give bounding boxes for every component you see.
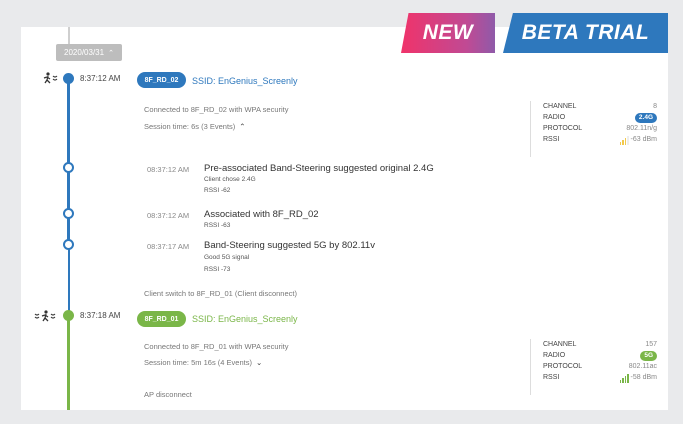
date-chip[interactable]: 2020/03/31 ⌃ [56, 44, 122, 61]
timeline-line-session-2 [67, 315, 70, 410]
event-1-detail-1: Client chose 2.4G [204, 176, 256, 183]
session-2-security: Connected to 8F_RD_01 with WPA security [144, 342, 289, 351]
event-2-detail-1: RSSI -63 [204, 222, 231, 229]
radio-badge: 5G [640, 350, 657, 361]
session-1-ssid: SSID: EnGenius_Screenly [192, 76, 298, 86]
radio-badge: 2.4G [634, 112, 657, 123]
session-1-time: 8:37:12 AM [80, 74, 121, 83]
event-1-time: 08:37:12 AM [147, 165, 190, 174]
protocol-value: 802.11ac [628, 363, 657, 370]
protocol-value: 802.11n/g [626, 125, 657, 132]
event-1-title: Pre-associated Band-Steering suggested o… [204, 163, 434, 174]
channel-label: CHANNEL [543, 341, 577, 348]
event-2-dot [63, 208, 74, 219]
session-1-security: Connected to 8F_RD_02 with WPA security [144, 105, 289, 114]
event-3-time: 08:37:17 AM [147, 242, 190, 251]
ap-disconnect-note: AP disconnect [144, 390, 192, 399]
rssi-value: -58 dBm [630, 374, 657, 381]
channel-value: 8 [653, 103, 657, 110]
session-2-stats: CHANNEL 157 RADIO 5G PROTOCOL 802.11ac RSSI… [530, 339, 657, 395]
signal-weak-icon [619, 135, 629, 145]
client-switch-note: Client switch to 8F_RD_01 (Client discon… [144, 289, 297, 298]
protocol-label: PROTOCOL [543, 363, 583, 370]
event-3-title: Band-Steering suggested 5G by 802.11v [204, 240, 375, 251]
event-1-dot [63, 162, 74, 173]
session-1-session-time: Session time: 6s (3 Events) [144, 122, 236, 131]
chevron-up-icon: ⌃ [108, 49, 114, 57]
session-2-session-time: Session time: 5m 16s (4 Events) [144, 358, 252, 367]
timeline-top-line [68, 27, 70, 44]
session-2-time: 8:37:18 AM [80, 311, 121, 320]
event-2-time: 08:37:12 AM [147, 211, 190, 220]
new-badge: NEW [401, 13, 495, 53]
beta-trial-badge: BETA TRIAL [503, 13, 668, 53]
session-2-ssid: SSID: EnGenius_Screenly [192, 314, 298, 324]
session-2-toggle[interactable]: Session time: 5m 16s (4 Events) ⌄ [144, 358, 262, 367]
channel-label: CHANNEL [543, 103, 577, 110]
session-1-stats: CHANNEL 8 RADIO 2.4G PROTOCOL 802.11n/g RSS… [530, 101, 657, 157]
channel-value: 157 [645, 341, 657, 348]
protocol-label: PROTOCOL [543, 125, 583, 132]
event-3-detail-2: RSSI -73 [204, 266, 231, 273]
session-1-ap-pill[interactable]: 8F_RD_02 [137, 72, 186, 88]
rssi-label: RSSI [543, 374, 560, 381]
date-label: 2020/03/31 [64, 48, 105, 57]
timeline-line-session-1-tail [68, 243, 70, 315]
session-2-ap-pill[interactable]: 8F_RD_01 [137, 311, 186, 327]
radio-label: RADIO [543, 352, 566, 359]
rssi-label: RSSI [543, 136, 560, 143]
session-1-toggle[interactable]: Session time: 6s (3 Events) ⌃ [144, 122, 246, 131]
rssi-value: -63 dBm [630, 136, 657, 143]
chevron-up-icon: ⌃ [239, 122, 246, 131]
event-3-detail-1: Good 5G signal [204, 254, 250, 261]
event-2-title: Associated with 8F_RD_02 [204, 209, 319, 220]
radio-label: RADIO [543, 114, 566, 121]
signal-strong-icon [619, 373, 629, 383]
client-roaming-icon [42, 72, 60, 87]
event-1-detail-2: RSSI -62 [204, 187, 231, 194]
session-1-dot [63, 73, 74, 84]
session-2-dot [63, 310, 74, 321]
chevron-down-icon: ⌄ [255, 358, 263, 367]
event-3-dot [63, 239, 74, 250]
client-roaming-icon [34, 310, 58, 325]
